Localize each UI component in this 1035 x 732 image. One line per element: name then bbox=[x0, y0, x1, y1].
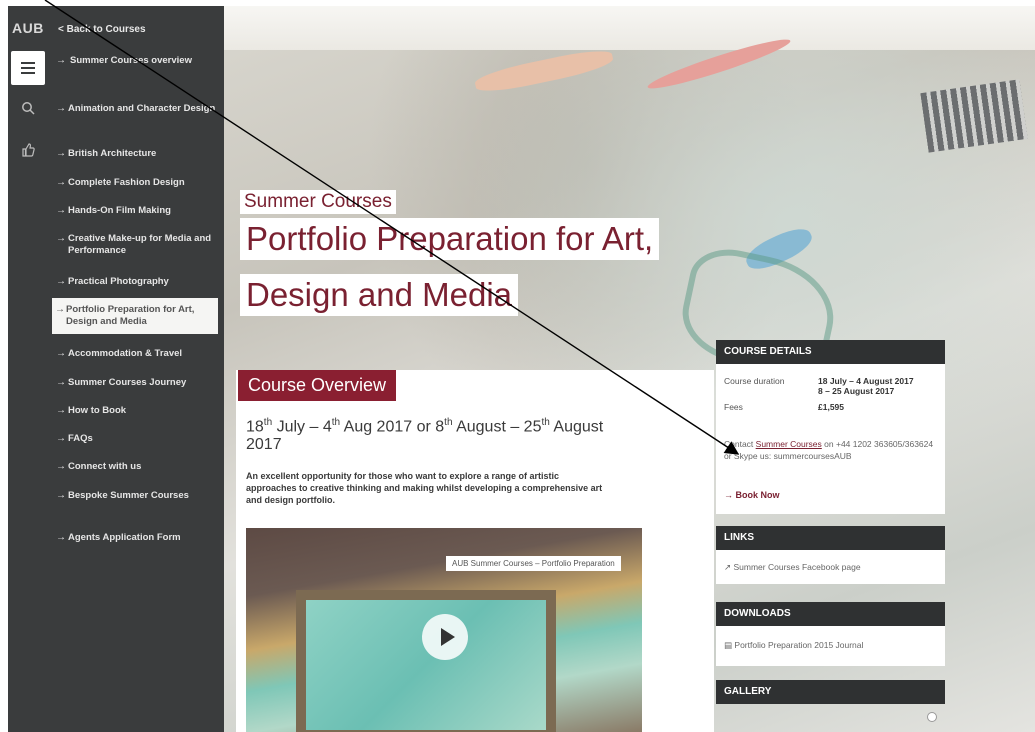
duration-label: Course duration bbox=[724, 376, 785, 386]
arrow-right-icon: → bbox=[56, 532, 66, 543]
back-label: Back to Courses bbox=[66, 24, 146, 35]
arrow-right-icon: → bbox=[55, 304, 65, 315]
downloads-heading: DOWNLOADS bbox=[716, 602, 945, 626]
course-intro: An excellent opportunity for those who w… bbox=[246, 471, 603, 505]
fees-value: £1,595 bbox=[818, 402, 844, 412]
video-thumbnail bbox=[296, 590, 556, 732]
sidebar-item-accommodation[interactable]: → Accommodation & Travel bbox=[56, 348, 216, 360]
sidebar-item-makeup[interactable]: → Creative Make-up for Media and Performa… bbox=[56, 233, 216, 257]
arrow-right-icon: → bbox=[56, 148, 66, 159]
back-to-courses-link[interactable]: < Back to Courses bbox=[58, 24, 146, 35]
sidebar-item-photography[interactable]: → Practical Photography bbox=[56, 276, 216, 288]
sidebar-item-architecture[interactable]: → British Architecture bbox=[56, 148, 216, 160]
duration-value-2: 8 – 25 August 2017 bbox=[818, 386, 895, 396]
sidebar-item-label: Hands-On Film Making bbox=[68, 205, 171, 216]
fees-label: Fees bbox=[724, 402, 743, 412]
sidebar-item-label: Summer Courses overview bbox=[70, 55, 192, 66]
sidebar-item-animation[interactable]: → Animation and Character Design bbox=[56, 103, 216, 115]
arrow-right-icon: → bbox=[56, 348, 66, 359]
hero-image-top bbox=[224, 6, 1035, 50]
links-heading: LINKS bbox=[716, 526, 945, 550]
contact-text: Contact Summer Courses on +44 1202 36360… bbox=[724, 439, 934, 461]
course-details-heading: COURSE DETAILS bbox=[716, 340, 945, 364]
sidebar-item-agents[interactable]: → Agents Application Form bbox=[56, 532, 216, 544]
arrow-right-icon: → bbox=[56, 103, 66, 114]
search-icon[interactable] bbox=[19, 101, 37, 119]
arrow-right-icon: → bbox=[56, 55, 66, 66]
arrow-right-icon: → bbox=[56, 377, 66, 388]
links-panel: ↗ Summer Courses Facebook page bbox=[716, 550, 945, 584]
thumbs-up-icon[interactable] bbox=[19, 143, 37, 161]
sidebar-item-label: FAQs bbox=[68, 433, 93, 444]
sidebar-item-faqs[interactable]: → FAQs bbox=[56, 433, 216, 445]
download-label: Portfolio Preparation 2015 Journal bbox=[734, 640, 864, 650]
sidebar-item-label: How to Book bbox=[68, 405, 127, 416]
sidebar-item-label: Creative Make-up for Media and Performan… bbox=[68, 233, 212, 256]
arrow-right-icon: → bbox=[56, 276, 66, 287]
book-now-label: Book Now bbox=[735, 490, 780, 500]
sidebar-item-label: Bespoke Summer Courses bbox=[68, 490, 189, 501]
play-icon[interactable] bbox=[422, 614, 468, 660]
duration-value-1: 18 July – 4 August 2017 bbox=[818, 376, 914, 386]
section-title: Course Overview bbox=[238, 370, 397, 401]
sidebar-item-film[interactable]: → Hands-On Film Making bbox=[56, 205, 216, 217]
sidebar-item-connect[interactable]: → Connect with us bbox=[56, 461, 216, 473]
summer-courses-link[interactable]: Summer Courses bbox=[756, 439, 822, 449]
sidebar-item-portfolio[interactable]: → Portfolio Preparation for Art, Design a… bbox=[52, 298, 218, 334]
sidebar-item-how-to-book[interactable]: → How to Book bbox=[56, 405, 216, 417]
course-dates: 18th July – 4th Aug 2017 or 8th August –… bbox=[246, 417, 604, 454]
facebook-page-link[interactable]: ↗ Summer Courses Facebook page bbox=[724, 562, 861, 573]
sidebar-item-label: Summer Courses Journey bbox=[68, 377, 187, 388]
arrow-right-icon: → bbox=[56, 233, 66, 244]
overview-content: 18th July – 4th Aug 2017 or 8th August –… bbox=[236, 370, 714, 732]
hero-subtitle: Summer Courses bbox=[240, 190, 396, 214]
downloads-panel: ▤ Portfolio Preparation 2015 Journal bbox=[716, 626, 945, 666]
scroll-indicator[interactable] bbox=[927, 712, 937, 722]
hero-image-detail bbox=[473, 45, 615, 97]
sidebar-item-label: British Architecture bbox=[68, 148, 157, 159]
course-details-panel: Course duration 18 July – 4 August 2017 … bbox=[716, 364, 945, 514]
sidebar-item-fashion[interactable]: → Complete Fashion Design bbox=[56, 177, 216, 189]
sidebar: AUB < Back to Courses → Summer Courses ov… bbox=[8, 6, 224, 732]
external-link-icon: ↗ bbox=[724, 562, 732, 572]
sidebar-item-label: Accommodation & Travel bbox=[68, 348, 183, 359]
icon-bar: AUB bbox=[8, 6, 48, 732]
sidebar-item-label: Agents Application Form bbox=[68, 532, 181, 543]
arrow-right-icon: → bbox=[56, 205, 66, 216]
arrow-right-icon: → bbox=[724, 490, 733, 500]
course-video[interactable]: AUB Summer Courses – Portfolio Preparati… bbox=[246, 528, 642, 732]
sidebar-item-label: Connect with us bbox=[68, 461, 142, 472]
logo[interactable]: AUB bbox=[12, 20, 44, 36]
journal-download-link[interactable]: ▤ Portfolio Preparation 2015 Journal bbox=[724, 640, 863, 651]
page-title-line1: Portfolio Preparation for Art, bbox=[240, 218, 660, 260]
menu-icon bbox=[21, 62, 35, 74]
sidebar-item-bespoke[interactable]: → Bespoke Summer Courses bbox=[56, 490, 216, 502]
book-now-link[interactable]: → Book Now bbox=[724, 490, 780, 500]
sidebar-item-label: Complete Fashion Design bbox=[68, 177, 185, 188]
arrow-right-icon: → bbox=[56, 177, 66, 188]
sidebar-item-label: Practical Photography bbox=[68, 276, 169, 287]
arrow-right-icon: → bbox=[56, 433, 66, 444]
sidebar-item-label: Portfolio Preparation for Art, Design an… bbox=[66, 304, 195, 327]
sidebar-item-summer-overview[interactable]: → Summer Courses overview bbox=[56, 55, 216, 67]
sidebar-item-label: Animation and Character Design bbox=[68, 103, 216, 114]
menu-button[interactable] bbox=[11, 51, 45, 85]
page-title-line2: Design and Media bbox=[240, 274, 518, 316]
arrow-right-icon: → bbox=[56, 490, 66, 501]
video-caption: AUB Summer Courses – Portfolio Preparati… bbox=[446, 556, 621, 571]
arrow-right-icon: → bbox=[56, 405, 66, 416]
document-icon: ▤ bbox=[724, 640, 733, 650]
hero-image-detail bbox=[920, 79, 1028, 153]
left-margin bbox=[0, 0, 8, 732]
sidebar-item-journey[interactable]: → Summer Courses Journey bbox=[56, 377, 216, 389]
main-content: Summer Courses Portfolio Preparation for… bbox=[224, 6, 1035, 732]
gallery-heading: GALLERY bbox=[716, 680, 945, 704]
link-label: Summer Courses Facebook page bbox=[733, 562, 861, 572]
arrow-right-icon: → bbox=[56, 461, 66, 472]
